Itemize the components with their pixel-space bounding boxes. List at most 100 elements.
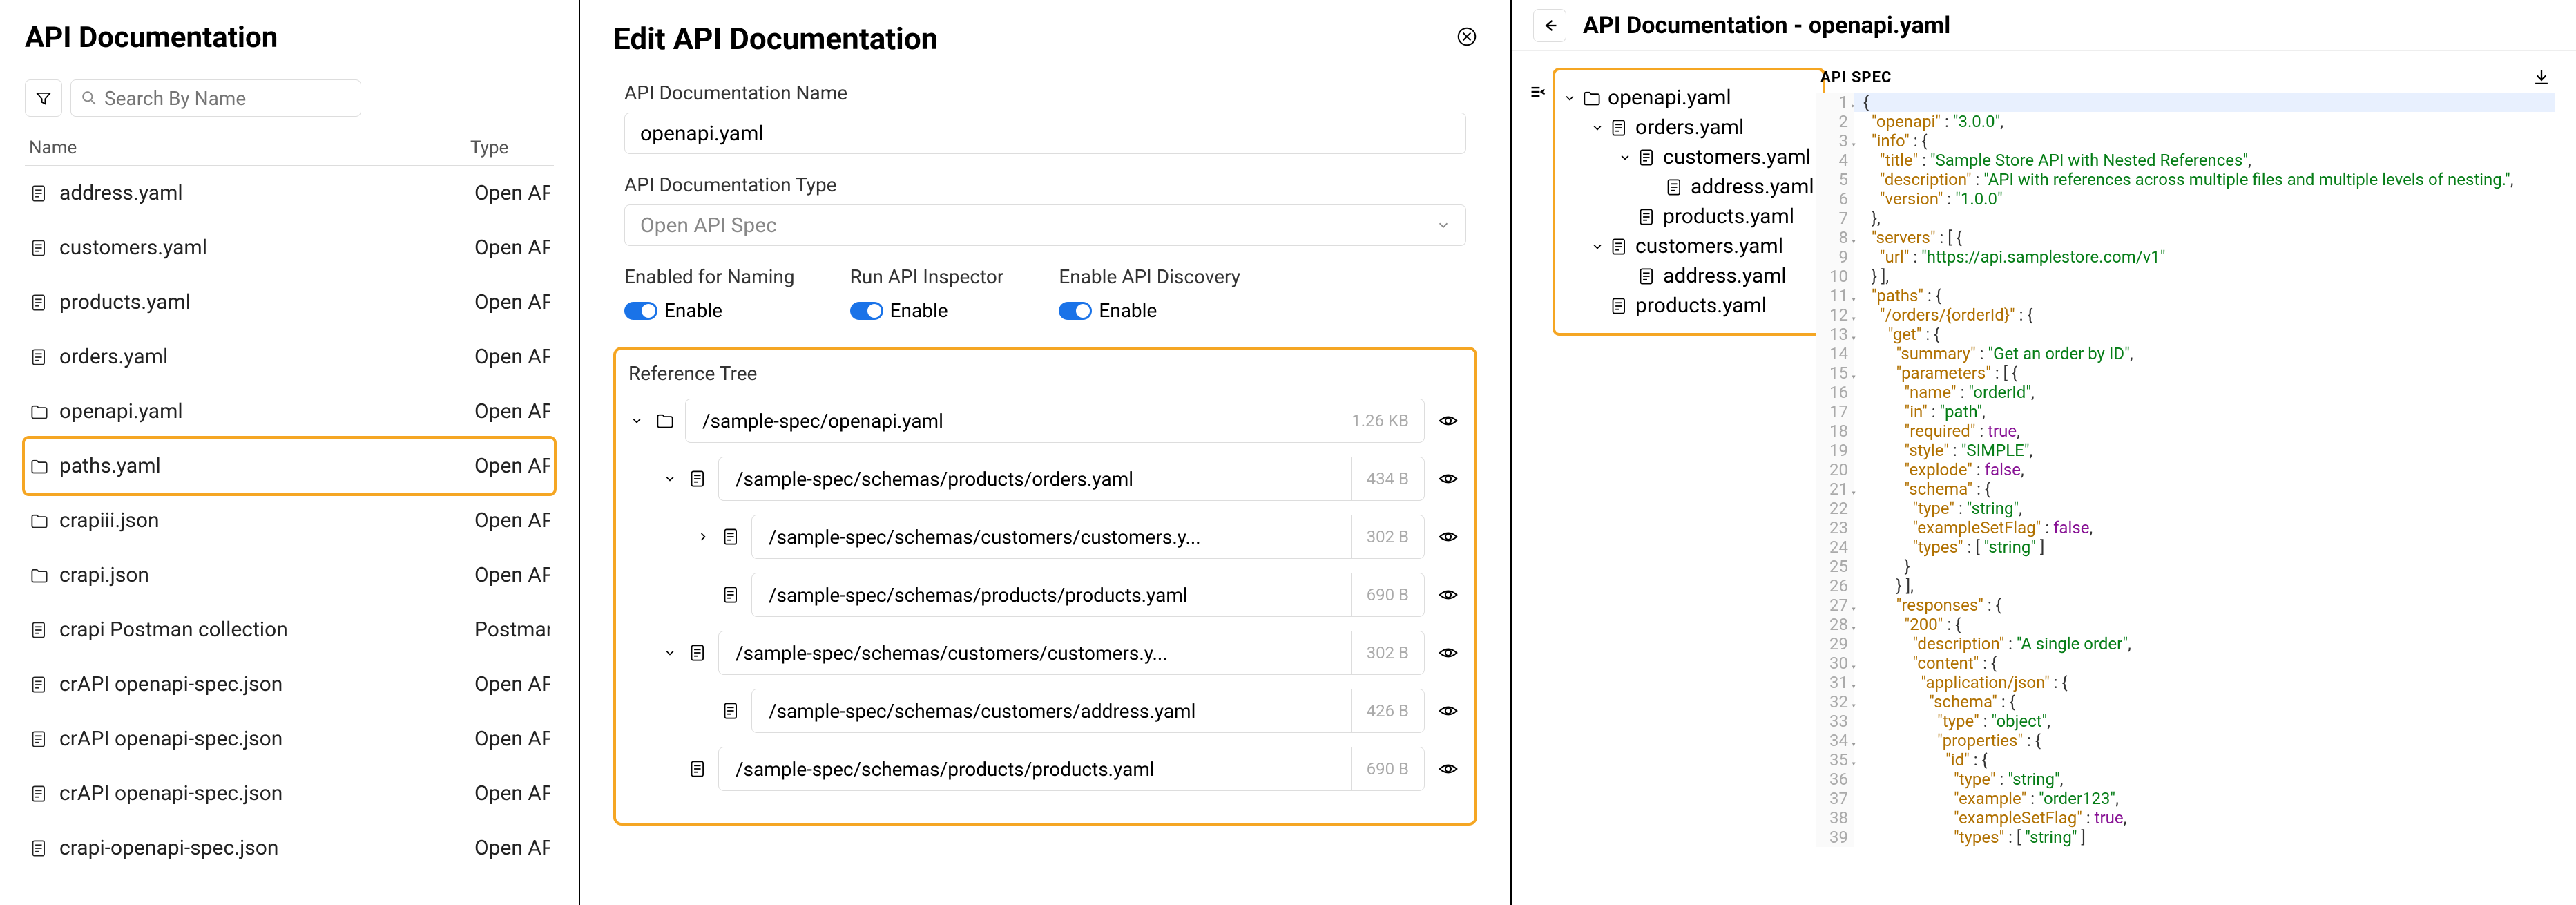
- file-row[interactable]: crAPI openapi-spec.jsonOpen API Spe: [25, 766, 554, 821]
- download-button[interactable]: [2532, 68, 2551, 87]
- tree-item[interactable]: customers.yaml: [1564, 231, 1814, 261]
- file-row[interactable]: openapi.yamlOpen API Spe: [25, 384, 554, 439]
- line-number: 6: [1816, 189, 1854, 209]
- toggle-label: Run API Inspector: [850, 265, 1004, 288]
- preview-button[interactable]: [1434, 526, 1462, 547]
- ref-size: 1.26 KB: [1336, 411, 1424, 430]
- toggle-switch[interactable]: Enable: [1059, 299, 1240, 322]
- file-type: Open API Spe: [461, 290, 550, 314]
- line-number: 13: [1816, 325, 1854, 344]
- doc-icon: [688, 470, 709, 488]
- column-name[interactable]: Name: [25, 137, 456, 158]
- line-content: "content" : {: [1854, 654, 2555, 673]
- code-line: 32 "schema" : {: [1816, 692, 2555, 712]
- line-number: 2: [1816, 112, 1854, 131]
- select-value: Open API Spec: [640, 213, 777, 238]
- chevron-down-icon[interactable]: [1591, 240, 1604, 253]
- file-name: crAPI openapi-spec.json: [59, 781, 282, 806]
- table-header: Name Type: [25, 131, 554, 166]
- tree-item[interactable]: address.yaml: [1564, 261, 1814, 291]
- toggle-switch[interactable]: Enable: [624, 299, 795, 322]
- toggle-text: Enable: [664, 299, 722, 322]
- code-line: 14 "summary" : "Get an order by ID",: [1816, 344, 2555, 363]
- preview-button[interactable]: [1434, 759, 1462, 779]
- chevron-down-icon[interactable]: [628, 415, 645, 427]
- code-line: 39 "types" : [ "string" ]: [1816, 828, 2555, 847]
- line-number: 22: [1816, 499, 1854, 518]
- line-number: 23: [1816, 518, 1854, 537]
- preview-button[interactable]: [1434, 701, 1462, 721]
- tree-item[interactable]: customers.yaml: [1564, 142, 1814, 172]
- folder-icon: [29, 511, 50, 531]
- folder-icon: [29, 456, 50, 477]
- file-type: Open API Spe: [461, 454, 550, 478]
- code-editor[interactable]: 1{2 "openapi" : "3.0.0",3 "info" : {4 "t…: [1816, 93, 2555, 847]
- file-name: crAPI openapi-spec.json: [59, 727, 282, 751]
- doc-icon: [29, 347, 50, 368]
- preview-button[interactable]: [1434, 410, 1462, 431]
- chevron-down-icon[interactable]: [662, 473, 678, 485]
- file-row[interactable]: crapi-openapi-spec.jsonOpen API Spe: [25, 821, 554, 875]
- filter-button[interactable]: [25, 79, 62, 117]
- tree-item[interactable]: openapi.yaml: [1564, 83, 1814, 113]
- file-row[interactable]: paths.yamlOpen API Spe: [25, 439, 554, 493]
- line-number: 26: [1816, 576, 1854, 596]
- tree-item[interactable]: products.yaml: [1564, 291, 1814, 321]
- line-number: 32: [1816, 692, 1854, 712]
- collapse-tree-icon[interactable]: [1529, 83, 1547, 101]
- file-row[interactable]: customers.yamlOpen API Spe: [25, 220, 554, 275]
- ref-path: /sample-spec/schemas/products/orders.yam…: [719, 457, 1352, 500]
- close-button[interactable]: [1457, 26, 1477, 47]
- chevron-right-icon[interactable]: [695, 531, 711, 543]
- file-type: Open API Spe: [461, 727, 550, 751]
- file-name: crapi-openapi-spec.json: [59, 836, 278, 860]
- line-number: 14: [1816, 344, 1854, 363]
- file-row[interactable]: crapi.jsonOpen API Spe: [25, 548, 554, 602]
- search-input-wrap[interactable]: [70, 79, 361, 117]
- line-content: "explode" : false,: [1854, 460, 2555, 479]
- code-line: 28 "200" : {: [1816, 615, 2555, 634]
- ref-path-box: /sample-spec/schemas/products/orders.yam…: [718, 457, 1425, 501]
- api-doc-type-select[interactable]: Open API Spec: [624, 204, 1466, 246]
- code-line: 20 "explode" : false,: [1816, 460, 2555, 479]
- file-row[interactable]: crAPI openapi-spec.json Open API Spe: [25, 712, 554, 766]
- code-line: 35 "id" : {: [1816, 750, 2555, 770]
- file-row[interactable]: products.yamlOpen API Spe: [25, 275, 554, 330]
- chevron-down-icon[interactable]: [662, 647, 678, 659]
- switch-icon: [624, 302, 657, 320]
- tree-item-label: customers.yaml: [1663, 145, 1811, 169]
- line-number: 18: [1816, 421, 1854, 441]
- file-name: crapi Postman collection: [59, 618, 288, 642]
- file-name: customers.yaml: [59, 236, 207, 260]
- line-content: "title" : "Sample Store API with Nested …: [1854, 151, 2555, 170]
- toggle-switch[interactable]: Enable: [850, 299, 1004, 322]
- file-row[interactable]: crAPI openapi-spec.jsonOpen API Spe: [25, 657, 554, 712]
- file-row[interactable]: crapi Postman collectionPostman Coll: [25, 602, 554, 657]
- code-line: 5 "description" : "API with references a…: [1816, 170, 2555, 189]
- doc-icon: [688, 760, 709, 778]
- chevron-down-icon[interactable]: [1591, 122, 1604, 134]
- chevron-down-icon[interactable]: [1564, 92, 1576, 104]
- file-row[interactable]: address.yamlOpen API Spe: [25, 166, 554, 220]
- doc-icon: [721, 528, 742, 546]
- doc-icon: [29, 292, 50, 313]
- preview-button[interactable]: [1434, 584, 1462, 605]
- code-line: 24 "types" : [ "string" ]: [1816, 537, 2555, 557]
- line-number: 12: [1816, 305, 1854, 325]
- file-row[interactable]: orders.yamlOpen API Spe: [25, 330, 554, 384]
- preview-button[interactable]: [1434, 468, 1462, 489]
- preview-button[interactable]: [1434, 642, 1462, 663]
- api-doc-name-input[interactable]: [624, 113, 1466, 154]
- file-row[interactable]: crapiii.jsonOpen API Spe: [25, 493, 554, 548]
- column-type[interactable]: Type: [456, 137, 508, 158]
- chevron-down-icon[interactable]: [1619, 151, 1631, 164]
- tree-item[interactable]: orders.yaml: [1564, 113, 1814, 142]
- line-number: 36: [1816, 770, 1854, 789]
- file-tree: openapi.yamlorders.yamlcustomers.yamladd…: [1553, 68, 1825, 336]
- search-input[interactable]: [104, 87, 351, 110]
- line-number: 5: [1816, 170, 1854, 189]
- tree-item[interactable]: address.yaml: [1564, 172, 1814, 202]
- back-button[interactable]: [1533, 9, 1566, 42]
- tree-item[interactable]: products.yaml: [1564, 202, 1814, 231]
- line-number: 16: [1816, 383, 1854, 402]
